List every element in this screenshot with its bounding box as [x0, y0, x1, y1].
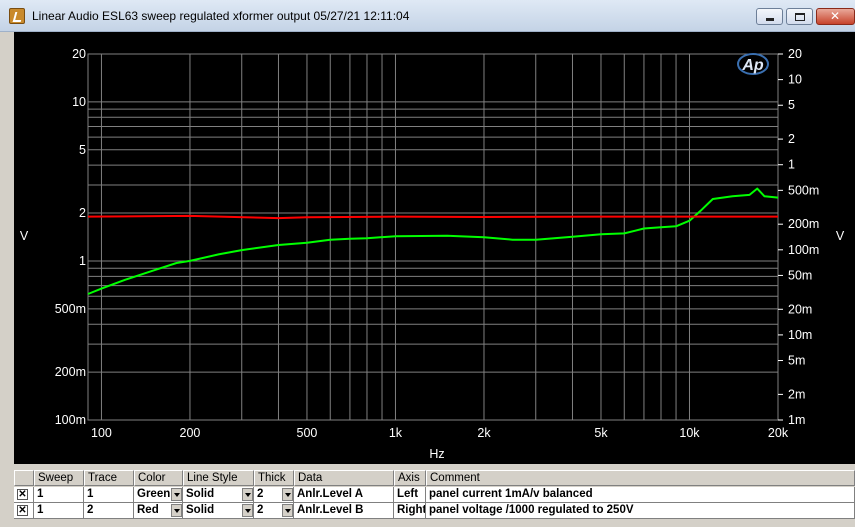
- y-tick-label: 100m: [55, 413, 86, 427]
- y2-tick-label: 10: [788, 73, 802, 87]
- maximize-button[interactable]: [786, 8, 813, 25]
- legend-cell-color[interactable]: Green: [134, 487, 183, 503]
- window-title: Linear Audio ESL63 sweep regulated xform…: [32, 9, 410, 23]
- x-tick-label: 5k: [594, 426, 608, 440]
- legend-header-comment[interactable]: Comment: [426, 470, 855, 486]
- chevron-down-icon[interactable]: [171, 504, 182, 517]
- trace-enable-checkbox[interactable]: ✕: [14, 503, 34, 519]
- legend-cell-data[interactable]: Anlr.Level B: [294, 503, 394, 519]
- legend-cell-comment[interactable]: panel voltage /1000 regulated to 250V: [426, 503, 855, 519]
- minimize-button[interactable]: [756, 8, 783, 25]
- legend-cell-comment[interactable]: panel current 1mA/v balanced: [426, 487, 855, 503]
- chevron-down-icon[interactable]: [242, 504, 253, 517]
- legend-cell-axis[interactable]: Right: [394, 503, 426, 519]
- x-axis-label: Hz: [429, 447, 444, 461]
- title-bar: Linear Audio ESL63 sweep regulated xform…: [0, 0, 855, 32]
- y-tick-label: 200m: [55, 365, 86, 379]
- y-tick-label: 2: [79, 206, 86, 220]
- close-icon: ✕: [830, 9, 841, 23]
- x-tick-label: 2k: [477, 426, 491, 440]
- trace-legend-table[interactable]: Sweep Trace Color Line Style Thick Data …: [14, 470, 855, 527]
- legend-cell-axis[interactable]: Left: [394, 487, 426, 503]
- y2-tick-label: 5m: [788, 354, 805, 368]
- thick-value: 2: [257, 488, 264, 500]
- chevron-down-icon[interactable]: [282, 488, 293, 501]
- legend-header-color[interactable]: Color: [134, 470, 183, 486]
- legend-cell-color[interactable]: Red: [134, 503, 183, 519]
- y2-tick-label: 2m: [788, 387, 805, 401]
- close-button[interactable]: ✕: [816, 8, 855, 25]
- legend-header-check: [14, 470, 34, 486]
- legend-cell-data[interactable]: Anlr.Level A: [294, 487, 394, 503]
- app-window: Linear Audio ESL63 sweep regulated xform…: [0, 0, 855, 527]
- y2-tick-label: 5: [788, 98, 795, 112]
- chevron-down-icon[interactable]: [282, 504, 293, 517]
- legend-row[interactable]: ✕ 1 1 Green Solid 2 Anlr.Level A Left pa…: [14, 487, 855, 503]
- legend-cell-sweep[interactable]: 1: [34, 503, 84, 519]
- x-tick-label: 200: [180, 426, 201, 440]
- y-tick-label: 1: [79, 254, 86, 268]
- line-style-value: Solid: [186, 504, 215, 516]
- minimize-icon: [766, 18, 774, 21]
- y-tick-label: 500m: [55, 302, 86, 316]
- svg-text:Ap: Ap: [741, 57, 764, 74]
- x-tick-label: 20k: [768, 426, 789, 440]
- y-tick-label: 5: [79, 143, 86, 157]
- legend-header-axis[interactable]: Axis: [394, 470, 426, 486]
- ap-logo-icon: Ap: [737, 53, 769, 75]
- y2-tick-label: 2: [788, 132, 795, 146]
- x-tick-label: 100: [91, 426, 112, 440]
- legend-cell-line-style[interactable]: Solid: [183, 487, 254, 503]
- y2-tick-label: 50m: [788, 268, 812, 282]
- y2-tick-label: 20m: [788, 302, 812, 316]
- legend-cell-line-style[interactable]: Solid: [183, 503, 254, 519]
- y-tick-label: 10: [72, 95, 86, 109]
- legend-cell-thick[interactable]: 2: [254, 503, 294, 519]
- legend-header-row: Sweep Trace Color Line Style Thick Data …: [14, 470, 855, 486]
- legend-header-sweep[interactable]: Sweep: [34, 470, 84, 486]
- trace-enable-checkbox[interactable]: ✕: [14, 487, 34, 503]
- y-axis-label: V: [20, 229, 29, 243]
- x-tick-label: 1k: [389, 426, 403, 440]
- chevron-down-icon[interactable]: [171, 488, 182, 501]
- y2-tick-label: 1m: [788, 413, 805, 427]
- legend-header-data[interactable]: Data: [294, 470, 394, 486]
- legend-cell-trace[interactable]: 2: [84, 503, 134, 519]
- legend-header-thick[interactable]: Thick: [254, 470, 294, 486]
- legend-cell-sweep[interactable]: 1: [34, 487, 84, 503]
- app-icon[interactable]: [9, 8, 25, 24]
- y2-tick-label: 500m: [788, 183, 819, 197]
- graph-panel[interactable]: 100 200 500 1k 2k 5k 10k 20k 20 10 5 2 1 500m 200m 100m…: [14, 32, 855, 464]
- series-2-line: [87, 214, 778, 220]
- legend-header-line-style[interactable]: Line Style: [183, 470, 254, 486]
- y2-tick-label: 200m: [788, 217, 819, 231]
- check-icon[interactable]: ✕: [17, 505, 28, 516]
- chevron-down-icon[interactable]: [242, 488, 253, 501]
- y-tick-label: 20: [72, 47, 86, 61]
- color-value: Red: [137, 504, 159, 516]
- legend-row[interactable]: ✕ 1 2 Red Solid 2 Anlr.Level B Right pan…: [14, 503, 855, 519]
- line-style-value: Solid: [186, 488, 215, 500]
- y2-tick-label: 1: [788, 158, 795, 172]
- series-1-line: [87, 187, 779, 295]
- x-tick-label: 500: [297, 426, 318, 440]
- y2-tick-label: 10m: [788, 328, 812, 342]
- color-value: Green: [137, 488, 171, 500]
- thick-value: 2: [257, 504, 264, 516]
- maximize-icon: [795, 13, 805, 21]
- legend-header-trace[interactable]: Trace: [84, 470, 134, 486]
- check-icon[interactable]: ✕: [17, 489, 28, 500]
- y2-tick-label: 20: [788, 47, 802, 61]
- x-tick-label: 10k: [679, 426, 700, 440]
- y2-tick-label: 100m: [788, 243, 819, 257]
- y2-axis-label: V: [836, 229, 845, 243]
- legend-cell-thick[interactable]: 2: [254, 487, 294, 503]
- legend-cell-trace[interactable]: 1: [84, 487, 134, 503]
- frequency-response-chart[interactable]: 100 200 500 1k 2k 5k 10k 20k 20 10 5 2 1 500m 200m 100m…: [14, 32, 855, 464]
